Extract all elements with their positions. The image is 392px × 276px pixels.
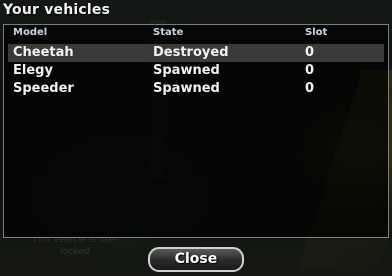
- grid-rows: Cheetah Destroyed 0 Elegy Spawned 0 Spee…: [8, 44, 384, 98]
- vehicle-slot: 0: [305, 45, 315, 60]
- close-button[interactable]: Close: [148, 247, 244, 272]
- vehicle-slot: 0: [305, 63, 315, 78]
- vehicle-state: Spawned: [153, 81, 220, 96]
- vehicle-state: Spawned: [153, 63, 220, 78]
- vehicle-slot: 0: [305, 81, 315, 96]
- dialog-title: Your vehicles: [3, 2, 111, 18]
- column-header-state[interactable]: State: [153, 27, 183, 38]
- column-header-model[interactable]: Model: [13, 27, 47, 38]
- vehicles-grid: Model State Slot Cheetah Destroyed 0 Ele…: [3, 24, 389, 238]
- table-row[interactable]: Speeder Spawned 0: [8, 80, 384, 98]
- column-header-slot[interactable]: Slot: [305, 27, 327, 38]
- vehicle-model: Elegy: [13, 63, 53, 78]
- game-scene: This vehicle is tire-locked Your vehicle…: [0, 0, 392, 276]
- grid-header: Model State Slot: [4, 25, 388, 40]
- table-row[interactable]: Cheetah Destroyed 0: [8, 44, 384, 62]
- vehicle-model: Speeder: [13, 81, 74, 96]
- table-row[interactable]: Elegy Spawned 0: [8, 62, 384, 80]
- vehicle-state: Destroyed: [153, 45, 229, 60]
- vehicle-model: Cheetah: [13, 45, 74, 60]
